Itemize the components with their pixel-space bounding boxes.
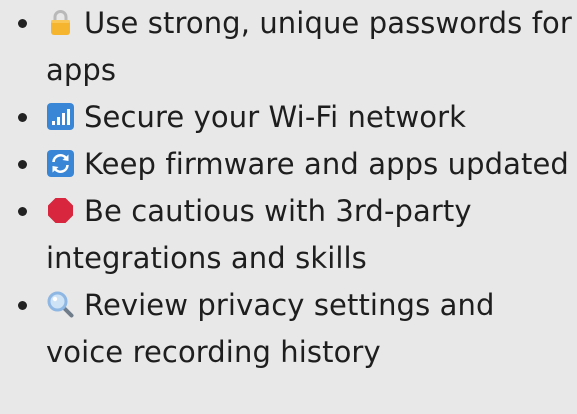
signal-bars-icon (46, 102, 75, 131)
bullet (18, 301, 27, 310)
tip-text: Secure your Wi-Fi network (84, 100, 467, 134)
tip-text: Use strong, unique passwords for apps (46, 6, 572, 87)
tip-text: Be cautious with 3rd-party integrations … (46, 194, 472, 275)
security-tips-list: Use strong, unique passwords for apps Se… (18, 0, 574, 376)
list-item: Review privacy settings and voice record… (18, 282, 574, 376)
bullet (18, 19, 27, 28)
bullet (18, 160, 27, 169)
list-item: Be cautious with 3rd-party integrations … (18, 188, 574, 282)
list-item: Secure your Wi-Fi network (18, 94, 574, 141)
list-item: Use strong, unique passwords for apps (18, 0, 574, 94)
stop-sign-icon (46, 196, 75, 225)
bullet (18, 207, 27, 216)
magnifying-glass-icon (46, 290, 75, 319)
lock-icon (46, 8, 75, 37)
list-item: Keep firmware and apps updated (18, 141, 574, 188)
tip-text: Keep firmware and apps updated (84, 147, 569, 181)
refresh-arrows-icon (46, 149, 75, 178)
bullet (18, 113, 27, 122)
tip-text: Review privacy settings and voice record… (46, 288, 495, 369)
